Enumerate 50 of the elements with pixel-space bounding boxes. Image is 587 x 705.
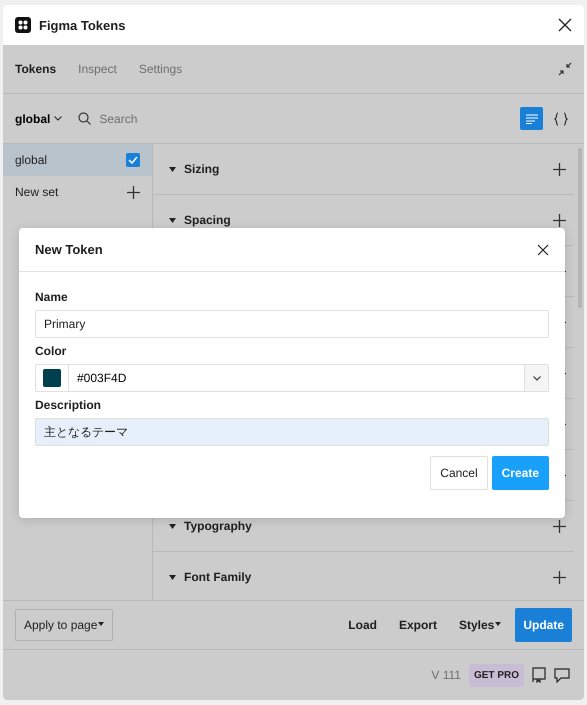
new-set-label: New set (15, 185, 58, 199)
field-label: Color (35, 344, 68, 358)
plus-icon[interactable] (553, 570, 566, 584)
description-field[interactable]: 主となるテーマ (35, 418, 549, 446)
chat-icon[interactable] (554, 668, 570, 682)
color-field[interactable]: #003F4D (35, 364, 549, 392)
field-label: Name (35, 290, 69, 304)
name-field[interactable]: Primary (35, 310, 549, 338)
chevron-down-icon (54, 116, 62, 121)
set-dropdown[interactable]: global (15, 112, 62, 126)
caret-down-icon[interactable] (169, 574, 176, 580)
caret-down-icon[interactable] (169, 218, 176, 222)
token-group-title[interactable]: Sizing (184, 162, 545, 176)
action-button[interactable]: Load (340, 608, 385, 642)
plus-icon[interactable] (553, 214, 566, 226)
close-button[interactable] (558, 18, 572, 32)
styles-dropdown[interactable]: Styles (450, 608, 510, 642)
set-item[interactable]: global (3, 144, 152, 176)
book-icon[interactable] (532, 667, 546, 683)
plus-icon[interactable] (127, 186, 140, 198)
action-button[interactable]: Update (515, 608, 572, 642)
checkbox[interactable] (126, 153, 140, 167)
color-swatch[interactable] (43, 369, 61, 387)
action-button[interactable]: Export (390, 608, 445, 642)
close-button[interactable] (537, 244, 549, 256)
caret-down-icon (98, 622, 104, 626)
search-field[interactable]: Search (97, 110, 218, 126)
caret-down-icon[interactable] (169, 166, 176, 172)
caret-down-icon (495, 622, 502, 626)
token-group-title[interactable]: Spacing (184, 213, 545, 227)
cancel-button[interactable]: Cancel (430, 456, 488, 490)
dialog-title: New Token (35, 242, 104, 257)
token-group-title[interactable]: Font Family (184, 570, 545, 584)
tab[interactable]: Tokens (15, 62, 56, 76)
window-title: Figma Tokens (39, 18, 126, 32)
app-logo-icon (15, 17, 31, 33)
list-view-button[interactable] (520, 107, 543, 130)
version-label: V 111 (431, 668, 461, 682)
field-label: Description (35, 398, 102, 412)
list-icon (526, 114, 538, 124)
collapse-icon[interactable] (558, 62, 572, 76)
search-icon (78, 112, 92, 125)
caret-down-icon[interactable] (169, 524, 176, 528)
token-group-title[interactable]: Typography (184, 519, 545, 533)
get-pro-button[interactable]: GET PRO (468, 664, 524, 686)
apply-to-page-dropdown[interactable]: Apply to page (15, 609, 114, 641)
braces-icon (554, 112, 568, 126)
plus-icon[interactable] (553, 162, 566, 176)
set-label: global (15, 153, 48, 167)
plus-icon[interactable] (553, 520, 566, 532)
